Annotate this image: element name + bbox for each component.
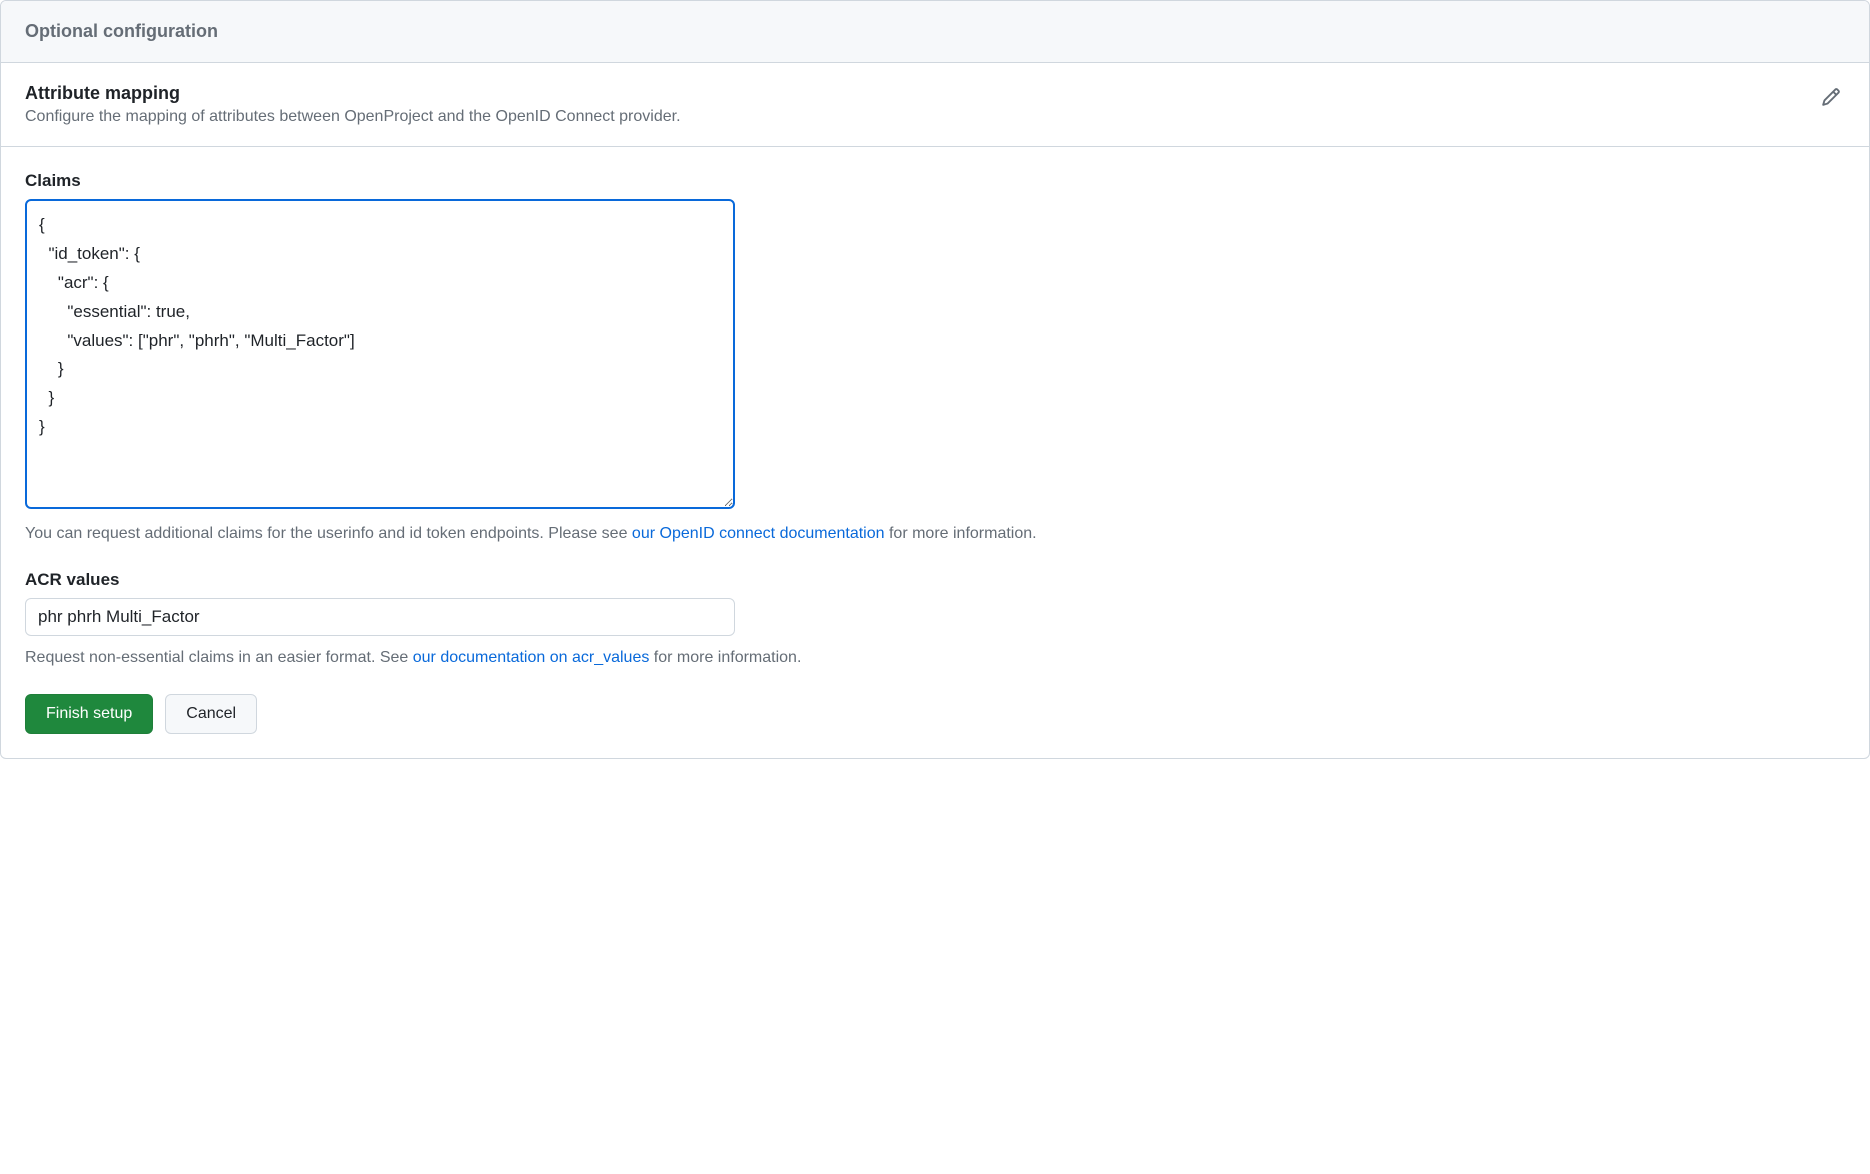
edit-button[interactable]	[1817, 83, 1845, 111]
acr-help-text: Request non-essential claims in an easie…	[25, 646, 1845, 670]
attribute-mapping-title: Attribute mapping	[25, 83, 1817, 104]
pencil-icon	[1821, 87, 1841, 107]
acr-doc-link[interactable]: our documentation on acr_values	[413, 649, 650, 666]
acr-label: ACR values	[25, 570, 1845, 590]
claims-textarea[interactable]	[25, 199, 735, 509]
claims-help-after: for more information.	[885, 525, 1037, 542]
button-row: Finish setup Cancel	[25, 694, 1845, 734]
finish-setup-button[interactable]: Finish setup	[25, 694, 153, 734]
claims-field-group: Claims You can request additional claims…	[25, 171, 1845, 546]
acr-field-group: ACR values Request non-essential claims …	[25, 570, 1845, 670]
form-section: Claims You can request additional claims…	[1, 147, 1869, 758]
claims-help-text: You can request additional claims for th…	[25, 522, 1845, 546]
claims-help-before: You can request additional claims for th…	[25, 525, 632, 542]
attribute-mapping-section: Attribute mapping Configure the mapping …	[1, 63, 1869, 147]
section-header: Optional configuration	[1, 1, 1869, 63]
attribute-mapping-text: Attribute mapping Configure the mapping …	[25, 83, 1817, 126]
config-panel: Optional configuration Attribute mapping…	[0, 0, 1870, 759]
acr-values-input[interactable]	[25, 598, 735, 636]
acr-help-after: for more information.	[649, 649, 801, 666]
section-title: Optional configuration	[25, 21, 1845, 42]
acr-help-before: Request non-essential claims in an easie…	[25, 649, 413, 666]
cancel-button[interactable]: Cancel	[165, 694, 257, 734]
claims-label: Claims	[25, 171, 1845, 191]
claims-doc-link[interactable]: our OpenID connect documentation	[632, 525, 885, 542]
attribute-mapping-description: Configure the mapping of attributes betw…	[25, 108, 1817, 126]
